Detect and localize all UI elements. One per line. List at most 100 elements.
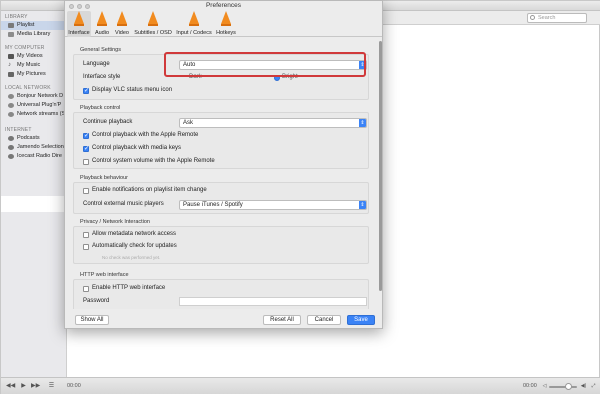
redacted-patch xyxy=(1,196,65,212)
sidebar-item-network-streams[interactable]: Network streams (S xyxy=(1,110,67,119)
sidebar-item-my-pictures[interactable]: My Pictures xyxy=(1,70,67,79)
chevron-updown-icon: ⇕ xyxy=(359,201,366,209)
sidebar-item-label: Jamendo Selection xyxy=(17,144,64,150)
network-icon xyxy=(8,94,14,99)
radio-icon xyxy=(8,154,14,159)
system-volume-label: Control system volume with the Apple Rem… xyxy=(92,158,215,164)
apple-remote-checkbox[interactable] xyxy=(83,132,89,140)
external-players-label: Control external music players xyxy=(83,201,164,207)
section-title-behaviour: Playback behaviour xyxy=(80,175,129,181)
sidebar-item-media-library[interactable]: Media Library xyxy=(1,30,67,39)
rewind-button[interactable]: ◀◀ xyxy=(6,383,15,390)
search-placeholder: Search xyxy=(538,15,556,21)
vlc-cone-icon xyxy=(117,11,127,26)
media-library-icon xyxy=(8,32,14,37)
sidebar-item-label: My Videos xyxy=(17,53,43,59)
external-players-value: Pause iTunes / Spotify xyxy=(183,202,243,208)
check-updates-label: Automatically check for updates xyxy=(92,243,177,249)
cancel-button[interactable]: Cancel xyxy=(307,315,341,325)
media-keys-label: Control playback with media keys xyxy=(92,145,182,151)
interface-style-label: Interface style xyxy=(83,74,121,80)
tab-label: Input / Codecs xyxy=(176,30,212,36)
tab-video[interactable]: Video xyxy=(113,11,131,37)
volume-slider-track[interactable] xyxy=(549,386,577,388)
picture-icon xyxy=(8,72,14,77)
language-label: Language xyxy=(83,61,110,67)
system-volume-checkbox[interactable] xyxy=(83,159,89,165)
vlc-sidebar: LIBRARY Playlist Media Library MY COMPUT… xyxy=(1,11,67,377)
continue-playback-label: Continue playback xyxy=(83,119,133,125)
sidebar-section-library: LIBRARY xyxy=(5,14,28,20)
status-menu-icon-label: Display VLC status menu icon xyxy=(92,87,173,93)
sidebar-item-label: Bonjour Network D xyxy=(17,93,64,99)
updates-hint: No check was performed yet. xyxy=(102,255,161,260)
sidebar-item-playlist[interactable]: Playlist xyxy=(1,21,67,30)
play-button[interactable]: ▶ xyxy=(19,383,28,390)
metadata-access-label: Allow metadata network access xyxy=(92,231,177,237)
preferences-tab-bar: Interface Audio Video Subtitles / OSD In… xyxy=(65,9,382,37)
time-elapsed: 00:00 xyxy=(67,383,81,389)
sidebar-item-jamendo[interactable]: Jamendo Selection xyxy=(1,143,67,152)
sidebar-item-bonjour[interactable]: Bonjour Network D xyxy=(1,92,67,101)
time-total: 00:00 xyxy=(523,383,537,389)
check-updates-checkbox[interactable] xyxy=(83,244,89,250)
sidebar-item-podcasts[interactable]: Podcasts xyxy=(1,134,67,143)
playback-controls-bar: ◀◀ ▶ ▶▶ ☰ 00:00 00:00 ◁ ◀) ⤢ xyxy=(1,377,600,394)
search-icon xyxy=(530,15,535,20)
sidebar-section-internet: INTERNET xyxy=(5,127,32,133)
tab-label: Subtitles / OSD xyxy=(134,30,172,36)
film-icon xyxy=(8,54,14,59)
media-keys-checkbox[interactable] xyxy=(83,145,89,153)
sidebar-item-label: Universal Plug'n'P xyxy=(17,102,62,108)
volume-high-icon: ◀) xyxy=(580,383,587,389)
tab-label: Interface xyxy=(68,30,90,36)
sidebar-item-my-music[interactable]: ♪ My Music xyxy=(1,61,67,70)
network-icon xyxy=(8,103,14,108)
vlc-cone-icon xyxy=(148,11,158,26)
sidebar-item-icecast[interactable]: Icecast Radio Dire xyxy=(1,152,67,161)
reset-all-button[interactable]: Reset All xyxy=(263,315,301,325)
playlist-icon xyxy=(8,23,14,28)
section-title-privacy: Privacy / Network Interaction xyxy=(80,219,150,225)
sidebar-item-label: Icecast Radio Dire xyxy=(17,153,62,159)
preferences-content: General Settings Language Auto ⇕ Interfa… xyxy=(73,39,376,309)
sidebar-item-upnp[interactable]: Universal Plug'n'P xyxy=(1,101,67,110)
fast-forward-button[interactable]: ▶▶ xyxy=(31,383,40,390)
show-all-button[interactable]: Show All xyxy=(75,315,109,325)
continue-playback-value: Ask xyxy=(183,120,194,126)
sidebar-item-label: Podcasts xyxy=(17,135,40,141)
fullscreen-icon[interactable]: ⤢ xyxy=(589,383,598,390)
tab-audio[interactable]: Audio xyxy=(93,11,111,37)
metadata-access-checkbox[interactable] xyxy=(83,232,89,238)
http-interface-checkbox[interactable] xyxy=(83,286,89,292)
playlist-toggle-icon[interactable]: ☰ xyxy=(47,383,56,390)
podcast-icon xyxy=(8,136,14,141)
vlc-cone-icon xyxy=(221,11,231,26)
preferences-scrollbar[interactable] xyxy=(378,39,383,309)
tab-label: Video xyxy=(115,30,129,36)
tab-interface[interactable]: Interface xyxy=(67,11,91,37)
apple-remote-label: Control playback with the Apple Remote xyxy=(92,132,199,138)
playlist-search-input[interactable]: Search xyxy=(527,13,587,23)
volume-slider-knob[interactable] xyxy=(565,383,572,390)
sidebar-item-label: Playlist xyxy=(17,22,35,28)
http-interface-label: Enable HTTP web interface xyxy=(92,285,166,291)
tab-hotkeys[interactable]: Hotkeys xyxy=(214,11,238,37)
password-field[interactable] xyxy=(179,297,367,306)
dialog-footer: Show All Reset All Cancel Save xyxy=(65,311,382,329)
scrollbar-thumb[interactable] xyxy=(379,41,382,291)
annotation-highlight-box xyxy=(164,52,366,77)
tab-label: Audio xyxy=(94,30,110,36)
sidebar-section-my-computer: MY COMPUTER xyxy=(5,45,45,51)
external-players-select[interactable]: Pause iTunes / Spotify ⇕ xyxy=(179,200,367,210)
notifications-checkbox[interactable] xyxy=(83,188,89,194)
tab-subtitles-osd[interactable]: Subtitles / OSD xyxy=(133,11,173,37)
tab-input-codecs[interactable]: Input / Codecs xyxy=(175,11,213,37)
sidebar-section-local-network: LOCAL NETWORK xyxy=(5,85,51,91)
status-menu-icon-checkbox[interactable] xyxy=(83,87,89,95)
preferences-dialog: Preferences Interface Audio Video Subtit… xyxy=(64,0,383,329)
continue-playback-select[interactable]: Ask ⇕ xyxy=(179,118,367,128)
globe-icon xyxy=(8,145,14,150)
sidebar-item-my-videos[interactable]: My Videos xyxy=(1,52,67,61)
save-button[interactable]: Save xyxy=(347,315,375,325)
